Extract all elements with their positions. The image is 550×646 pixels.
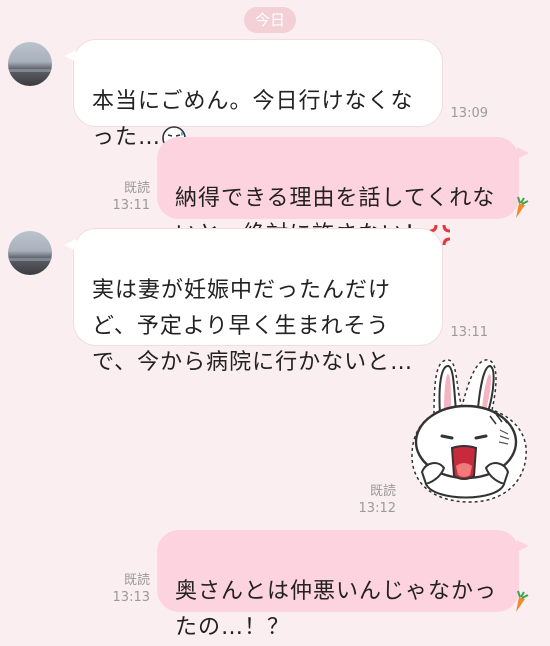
date-separator: 今日 <box>244 7 296 33</box>
carrot-icon <box>516 590 529 612</box>
read-receipt: 既読 <box>369 484 396 499</box>
incoming-message-bubble[interactable]: 実は妻が妊娠中だったんだけ ど、予定より早く生まれそう で、今から病院に行かない… <box>64 229 442 375</box>
message-time: 13:09 <box>450 106 488 121</box>
message-text: 奥さんとは仲悪いんじゃなかっ たの…！？ <box>175 579 498 640</box>
message-time: 13:11 <box>112 198 150 213</box>
read-status-1: 既読 13:11 <box>108 180 150 214</box>
read-status-3: 既読 13:13 <box>108 572 150 606</box>
message-time: 13:11 <box>450 325 488 340</box>
read-receipt: 既読 <box>123 573 150 588</box>
read-status-2: 既読 13:12 <box>354 483 396 517</box>
carrot-icon <box>516 196 529 218</box>
message-time: 13:12 <box>358 501 396 516</box>
message-time: 13:13 <box>112 590 150 605</box>
shocked-rabbit-sticker[interactable] <box>404 352 536 512</box>
sender-avatar[interactable] <box>8 42 52 86</box>
read-receipt: 既読 <box>123 181 150 196</box>
incoming-message-bubble[interactable]: 本当にごめん。今日行けなくな った… <box>64 40 442 150</box>
outgoing-message-bubble[interactable]: 奥さんとは仲悪いんじゃなかっ たの…！？ <box>157 530 529 640</box>
message-text: 実は妻が妊娠中だったんだけ ど、予定より早く生まれそう で、今から病院に行かない… <box>92 278 414 375</box>
outgoing-message-bubble[interactable]: 納得できる理由を話してくれな いと、絶対に許さない！ <box>157 137 529 247</box>
sender-avatar[interactable] <box>8 231 52 275</box>
